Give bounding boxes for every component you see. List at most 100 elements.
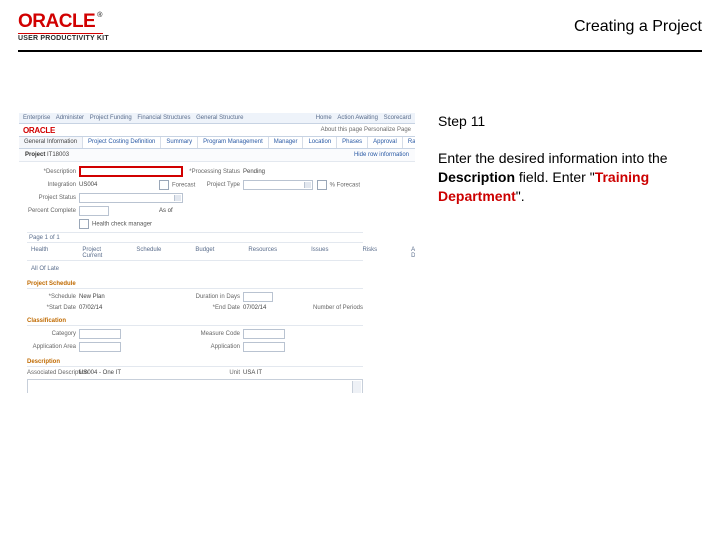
project-type-label: Project Type xyxy=(183,182,243,188)
personalize-link[interactable]: About this page Personalize Page xyxy=(321,127,411,133)
end-date-value: 07/02/14 xyxy=(243,305,313,311)
col-schedule: Schedule xyxy=(136,247,161,259)
crumb[interactable]: Financial Structures xyxy=(137,115,190,121)
col-accr: Accr Defined xyxy=(411,247,416,259)
project-label: Project IT18003 xyxy=(25,152,69,158)
percent-complete-label: Percent Complete xyxy=(27,208,79,214)
col-issues: Issues xyxy=(311,247,328,259)
project-row: Project IT18003 Hide row information xyxy=(19,149,415,162)
col-resources: Resources xyxy=(248,247,277,259)
form-area: *Description *Processing Status Pending … xyxy=(19,162,415,394)
start-date-value: 07/02/14 xyxy=(79,305,159,311)
tab-phases[interactable]: Phases xyxy=(337,137,368,148)
logo-trademark: ® xyxy=(97,12,102,19)
start-date-label: *Start Date xyxy=(27,305,79,311)
doc-header: ORACLE® USER PRODUCTIVITY KIT Creating a… xyxy=(18,12,702,42)
col-current: Project Current xyxy=(82,247,102,259)
instr-part1: Enter the desired information into the xyxy=(438,150,668,166)
health-row: All Of Late xyxy=(27,264,363,274)
schedule-label: *Schedule xyxy=(27,294,79,300)
tab-project-costing[interactable]: Project Costing Definition xyxy=(83,137,161,148)
percent-asof-label: As of xyxy=(159,208,183,214)
processing-status-label: *Processing Status xyxy=(183,169,243,175)
crumb[interactable]: Project Funding xyxy=(90,115,132,121)
app-area-label: Application Area xyxy=(27,344,79,350)
header-rule xyxy=(18,50,702,52)
duration-label: Duration in Days xyxy=(183,294,243,300)
unit-label: Unit xyxy=(183,370,243,376)
project-status-label: Project Status xyxy=(27,195,79,201)
duration-input[interactable] xyxy=(243,292,273,302)
app-breadcrumb-bar: Enterprise Administer Project Funding Fi… xyxy=(19,113,415,124)
description-input[interactable] xyxy=(79,166,183,177)
forecast-checkbox[interactable] xyxy=(159,180,169,190)
category-label: Category xyxy=(27,331,79,337)
measure-code-input[interactable] xyxy=(243,329,285,339)
crumb[interactable]: Enterprise xyxy=(23,115,50,121)
hide-row-link[interactable]: Hide row information xyxy=(354,152,409,158)
logo-subtitle: USER PRODUCTIVITY KIT xyxy=(18,35,109,42)
tab-rates[interactable]: Rates xyxy=(403,137,416,148)
tab-strip: General Information Project Costing Defi… xyxy=(19,136,415,149)
integration-label: Integration xyxy=(27,182,79,188)
content-row: Enterprise Administer Project Funding Fi… xyxy=(18,112,702,394)
forecast-label: Forecast xyxy=(159,180,183,190)
project-status-select[interactable] xyxy=(79,193,183,203)
step-label: Step 11 xyxy=(438,112,688,131)
instr-field-name: Description xyxy=(438,169,515,185)
top-link-actions[interactable]: Action Awaiting xyxy=(337,115,378,121)
oracle-logo: ORACLE® USER PRODUCTIVITY KIT xyxy=(18,12,109,42)
pct-label: % Forecast xyxy=(313,180,363,190)
breadcrumb: Enterprise Administer Project Funding Fi… xyxy=(23,115,247,121)
processing-status-value: Pending xyxy=(243,169,313,175)
percent-complete-input[interactable] xyxy=(79,206,109,216)
col-budget: Budget xyxy=(195,247,214,259)
description-label: *Description xyxy=(27,169,79,175)
col-health: Health xyxy=(31,247,48,259)
tab-location[interactable]: Location xyxy=(303,137,337,148)
schedule-value: New Plan xyxy=(79,294,159,300)
description-textarea[interactable] xyxy=(27,379,363,394)
health-check-row: Health check manager xyxy=(27,219,363,229)
instruction-panel: Step 11 Enter the desired information in… xyxy=(438,112,688,206)
tab-program-mgmt[interactable]: Program Management xyxy=(198,137,269,148)
application-label: Application xyxy=(183,344,243,350)
project-type-select[interactable] xyxy=(243,180,313,190)
top-link-scorecard[interactable]: Scorecard xyxy=(384,115,411,121)
instruction-text: Enter the desired information into the D… xyxy=(438,149,688,206)
logo-divider xyxy=(18,33,103,34)
app-screenshot: Enterprise Administer Project Funding Fi… xyxy=(18,112,416,394)
instr-part3: ". xyxy=(516,188,525,204)
tab-general-information[interactable]: General Information xyxy=(19,137,83,148)
health-check-checkbox[interactable] xyxy=(79,219,89,229)
grid-header: Health Project Current Schedule Budget R… xyxy=(27,246,363,261)
application-input[interactable] xyxy=(243,342,285,352)
section-schedule: Project Schedule xyxy=(27,280,363,289)
top-links: Home Action Awaiting Scorecard xyxy=(312,115,411,121)
assoc-desc-value: US004 - One IT xyxy=(79,370,183,376)
pct-checkbox[interactable] xyxy=(317,180,327,190)
app-brand-row: ORACLE About this page Personalize Page xyxy=(19,124,415,136)
app-oracle-logo: ORACLE xyxy=(23,126,55,135)
category-input[interactable] xyxy=(79,329,121,339)
tab-approval[interactable]: Approval xyxy=(368,137,403,148)
unit-value: USA IT xyxy=(243,370,313,376)
end-date-label: *End Date xyxy=(183,305,243,311)
app-area-input[interactable] xyxy=(79,342,121,352)
top-link-home[interactable]: Home xyxy=(316,115,332,121)
crumb[interactable]: Administer xyxy=(56,115,84,121)
num-periods-label: Number of Periods xyxy=(313,305,363,311)
assoc-desc-label: Associated Description xyxy=(27,370,79,376)
crumb[interactable]: General Structure xyxy=(196,115,243,121)
col-risks: Risks xyxy=(362,247,377,259)
section-classification: Classification xyxy=(27,317,363,326)
tab-manager[interactable]: Manager xyxy=(269,137,304,148)
logo-text: ORACLE xyxy=(18,11,95,32)
instr-part2: field. Enter " xyxy=(515,169,595,185)
section-description: Description xyxy=(27,358,363,367)
page-strip: Page 1 of 1 xyxy=(27,232,363,243)
integration-value: US004 xyxy=(79,182,159,188)
doc-title: Creating a Project xyxy=(574,18,702,36)
tab-summary[interactable]: Summary xyxy=(161,137,198,148)
measure-code-label: Measure Code xyxy=(183,331,243,337)
